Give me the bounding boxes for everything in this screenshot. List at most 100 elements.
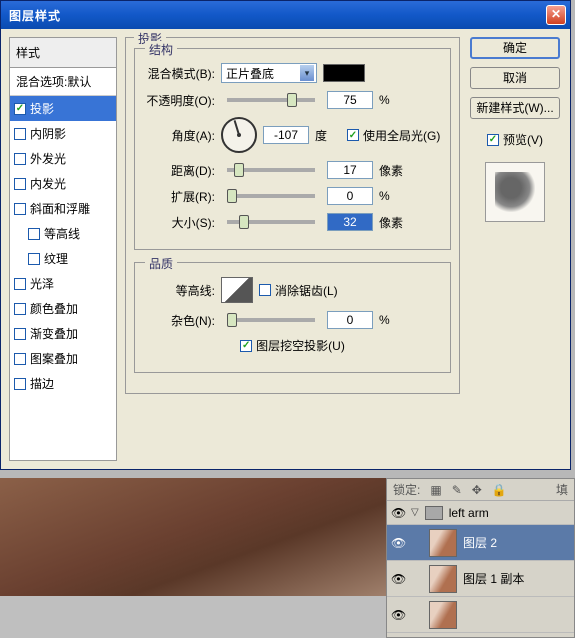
checkbox-icon[interactable] [14, 378, 26, 390]
checkbox-icon[interactable] [14, 128, 26, 140]
opacity-input[interactable]: 75 [327, 91, 373, 109]
angle-label: 角度(A): [143, 127, 215, 144]
style-item-1[interactable]: 内阴影 [10, 121, 116, 146]
checkbox-icon[interactable] [28, 253, 40, 265]
new-style-button[interactable]: 新建样式(W)... [470, 97, 560, 119]
layer-row[interactable]: 👁 [387, 597, 574, 633]
close-button[interactable]: ✕ [546, 5, 566, 25]
folder-icon [425, 506, 443, 520]
style-item-label: 光泽 [30, 275, 54, 292]
style-item-8[interactable]: 颜色叠加 [10, 296, 116, 321]
style-item-label: 内发光 [30, 175, 66, 192]
drop-shadow-group: 投影 结构 混合模式(B): 正片叠底 ▾ 不透明度(O): [125, 37, 460, 394]
visibility-icon[interactable]: 👁 [391, 608, 405, 622]
checkbox-icon[interactable] [14, 328, 26, 340]
blend-options-row[interactable]: 混合选项:默认 [10, 68, 116, 96]
layer-row[interactable]: 👁 图层 1 副本 [387, 561, 574, 597]
layers-panel: 锁定: ▦ ✎ ✥ 🔒 填 👁 ▽ left arm 👁 图层 2 👁 图层 1… [386, 478, 575, 638]
checkbox-icon[interactable] [14, 153, 26, 165]
distance-slider[interactable] [227, 168, 315, 172]
layers-toolbar: 锁定: ▦ ✎ ✥ 🔒 填 [387, 479, 574, 501]
main-panel: 投影 结构 混合模式(B): 正片叠底 ▾ 不透明度(O): [125, 37, 460, 461]
style-item-label: 内阴影 [30, 125, 66, 142]
structure-title: 结构 [145, 41, 177, 58]
checkbox-icon [240, 340, 252, 352]
contour-picker[interactable] [221, 277, 253, 303]
spread-input[interactable]: 0 [327, 187, 373, 205]
layer-name: 图层 1 副本 [463, 570, 524, 587]
lock-transparency-icon[interactable]: ▦ [430, 483, 441, 497]
checkbox-icon[interactable] [14, 353, 26, 365]
layer-thumbnail[interactable] [429, 601, 457, 629]
structure-group: 结构 混合模式(B): 正片叠底 ▾ 不透明度(O): 75 % [134, 48, 451, 250]
style-item-label: 描边 [30, 375, 54, 392]
size-input[interactable]: 32 [327, 213, 373, 231]
distance-input[interactable]: 17 [327, 161, 373, 179]
global-light-checkbox[interactable]: 使用全局光(G) [347, 127, 440, 144]
ok-button[interactable]: 确定 [470, 37, 560, 59]
window-title: 图层样式 [5, 7, 546, 24]
style-item-label: 外发光 [30, 150, 66, 167]
style-item-label: 等高线 [44, 225, 80, 242]
checkbox-icon[interactable] [14, 303, 26, 315]
checkbox-icon[interactable] [14, 103, 26, 115]
style-item-4[interactable]: 斜面和浮雕 [10, 196, 116, 221]
style-item-9[interactable]: 渐变叠加 [10, 321, 116, 346]
preview-checkbox[interactable]: 预览(V) [487, 131, 543, 148]
checkbox-icon[interactable] [14, 278, 26, 290]
blend-mode-select[interactable]: 正片叠底 ▾ [221, 63, 317, 83]
preview-thumbnail [485, 162, 545, 222]
lock-all-icon[interactable]: 🔒 [492, 483, 507, 497]
layer-row[interactable]: 👁 图层 2 [387, 525, 574, 561]
layer-style-dialog: 图层样式 ✕ 样式 混合选项:默认 投影内阴影外发光内发光斜面和浮雕等高线纹理光… [0, 0, 571, 470]
styles-list: 样式 混合选项:默认 投影内阴影外发光内发光斜面和浮雕等高线纹理光泽颜色叠加渐变… [9, 37, 117, 461]
opacity-slider[interactable] [227, 98, 315, 102]
cancel-button[interactable]: 取消 [470, 67, 560, 89]
chevron-down-icon[interactable]: ▽ [411, 507, 419, 518]
spread-label: 扩展(R): [143, 188, 215, 205]
layer-group-row[interactable]: 👁 ▽ left arm [387, 501, 574, 525]
style-item-5[interactable]: 等高线 [10, 221, 116, 246]
style-item-label: 纹理 [44, 250, 68, 267]
checkbox-icon[interactable] [14, 178, 26, 190]
lock-label: 锁定: [393, 481, 420, 498]
noise-slider[interactable] [227, 318, 315, 322]
style-item-6[interactable]: 纹理 [10, 246, 116, 271]
style-item-11[interactable]: 描边 [10, 371, 116, 396]
checkbox-icon [259, 284, 271, 296]
style-item-label: 投影 [30, 100, 54, 117]
lock-move-icon[interactable]: ✥ [472, 483, 482, 497]
style-item-7[interactable]: 光泽 [10, 271, 116, 296]
layer-group-label: left arm [449, 506, 489, 520]
size-slider[interactable] [227, 220, 315, 224]
angle-dial[interactable] [221, 117, 257, 153]
quality-group: 品质 等高线: 消除锯齿(L) 杂色(N): 0 % [134, 262, 451, 373]
style-item-3[interactable]: 内发光 [10, 171, 116, 196]
style-item-label: 斜面和浮雕 [30, 200, 90, 217]
visibility-icon[interactable]: 👁 [391, 572, 405, 586]
styles-header[interactable]: 样式 [10, 38, 116, 68]
noise-input[interactable]: 0 [327, 311, 373, 329]
chevron-down-icon: ▾ [300, 65, 314, 81]
layer-thumbnail[interactable] [429, 529, 457, 557]
lock-brush-icon[interactable]: ✎ [452, 483, 462, 497]
layer-thumbnail[interactable] [429, 565, 457, 593]
antialias-checkbox[interactable]: 消除锯齿(L) [259, 282, 338, 299]
style-item-label: 颜色叠加 [30, 300, 78, 317]
visibility-icon[interactable]: 👁 [391, 506, 405, 520]
style-item-10[interactable]: 图案叠加 [10, 346, 116, 371]
checkbox-icon[interactable] [28, 228, 40, 240]
visibility-icon[interactable]: 👁 [391, 536, 405, 550]
style-item-2[interactable]: 外发光 [10, 146, 116, 171]
opacity-label: 不透明度(O): [143, 92, 215, 109]
checkbox-icon[interactable] [14, 203, 26, 215]
size-label: 大小(S): [143, 214, 215, 231]
shadow-color-swatch[interactable] [323, 64, 365, 82]
fill-label: 填 [556, 481, 568, 498]
titlebar[interactable]: 图层样式 ✕ [1, 1, 570, 29]
angle-input[interactable]: -107 [263, 126, 309, 144]
knockout-checkbox[interactable]: 图层挖空投影(U) [240, 337, 345, 354]
style-item-0[interactable]: 投影 [10, 96, 116, 121]
spread-slider[interactable] [227, 194, 315, 198]
style-item-label: 渐变叠加 [30, 325, 78, 342]
